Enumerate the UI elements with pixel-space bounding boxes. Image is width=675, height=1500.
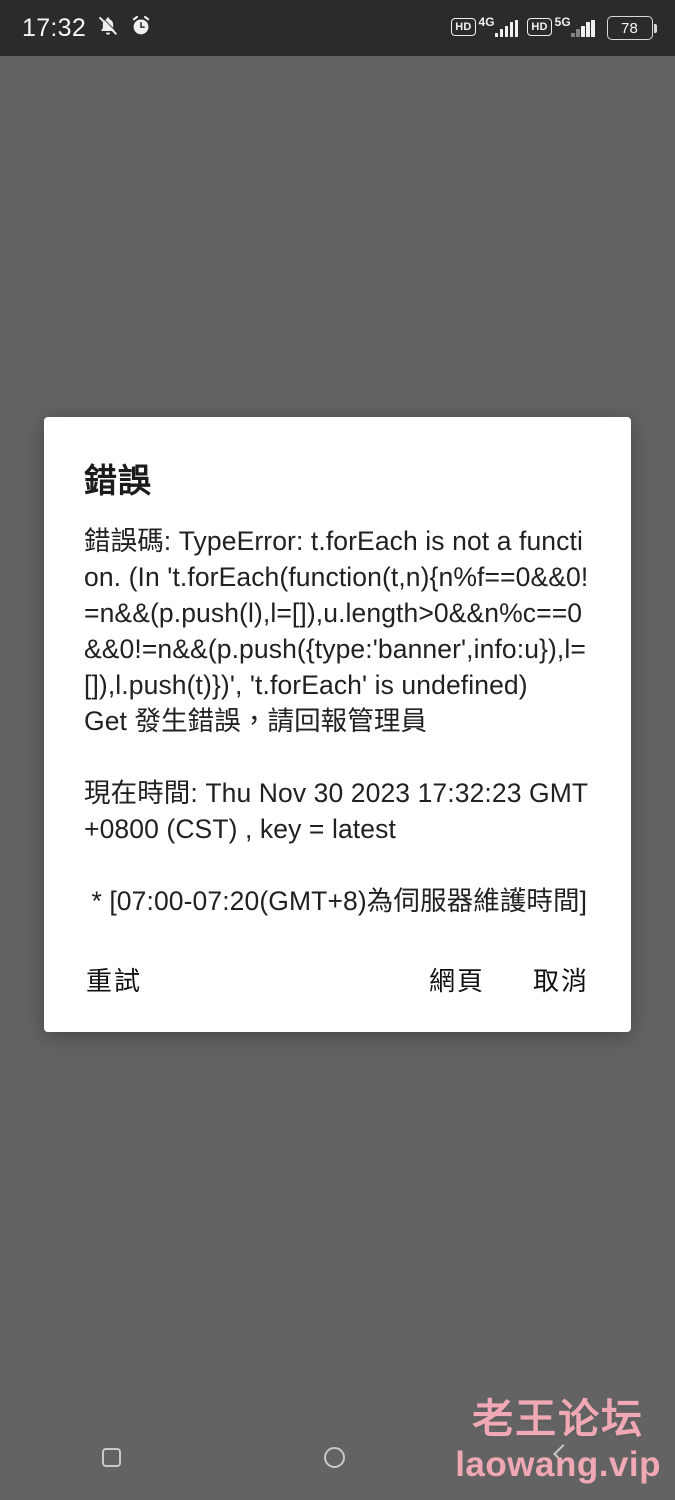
signal-sim1: 4G bbox=[479, 16, 519, 37]
hd-badge-sim1: HD bbox=[451, 18, 476, 36]
sim1-indicator: HD 4G bbox=[451, 16, 519, 37]
network-generation-sim2: 5G bbox=[554, 15, 571, 29]
status-bar: 17:32 HD 4G HD 5G 78 bbox=[0, 0, 675, 56]
signal-bars-sim1 bbox=[495, 20, 519, 37]
cancel-button[interactable]: 取消 bbox=[531, 957, 591, 1002]
battery-icon: 78 bbox=[606, 16, 657, 40]
error-dialog: 錯誤 錯誤碼: TypeError: t.forEach is not a fu… bbox=[44, 417, 631, 1032]
signal-bars-sim2 bbox=[571, 20, 595, 37]
hd-badge-sim2: HD bbox=[527, 18, 552, 36]
battery-cap bbox=[654, 23, 657, 33]
back-icon[interactable] bbox=[548, 1444, 574, 1470]
home-icon[interactable] bbox=[323, 1446, 345, 1468]
alarm-clock-icon bbox=[130, 15, 152, 42]
navigation-bar bbox=[0, 1414, 675, 1500]
dialog-message: 錯誤碼: TypeError: t.forEach is not a funct… bbox=[84, 525, 589, 916]
battery-body: 78 bbox=[606, 16, 653, 40]
web-button[interactable]: 網頁 bbox=[427, 957, 487, 1002]
dialog-title: 錯誤 bbox=[84, 462, 152, 499]
dialog-actions: 重試 網頁 取消 bbox=[84, 919, 591, 1032]
retry-button[interactable]: 重試 bbox=[84, 957, 144, 1002]
battery-level-label: 78 bbox=[620, 19, 639, 37]
signal-sim2: 5G bbox=[555, 16, 595, 37]
sim2-indicator: HD 5G bbox=[527, 16, 595, 37]
recents-icon[interactable] bbox=[101, 1447, 121, 1467]
status-bar-left: 17:32 bbox=[22, 14, 152, 43]
bell-muted-icon bbox=[97, 15, 119, 42]
status-bar-right: HD 4G HD 5G 78 bbox=[451, 16, 657, 40]
network-generation-sim1: 4G bbox=[478, 15, 495, 29]
status-bar-clock: 17:32 bbox=[22, 13, 87, 42]
